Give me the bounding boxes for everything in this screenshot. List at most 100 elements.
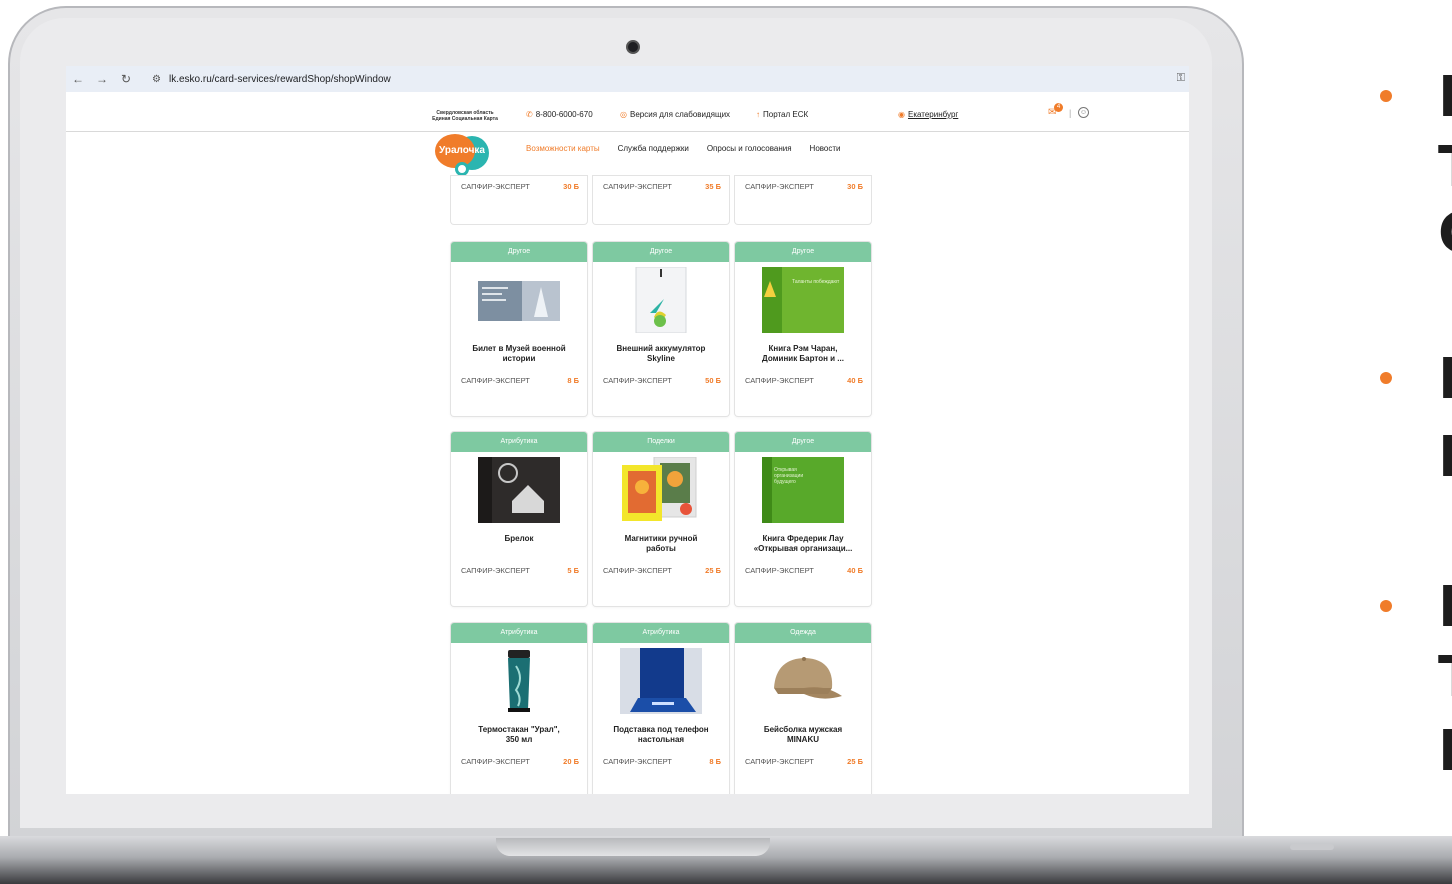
nav-news[interactable]: Новости bbox=[810, 144, 841, 153]
address-bar[interactable]: ⚙ lk.esko.ru/card-services/rewardShop/sh… bbox=[144, 69, 399, 89]
product-card-thermo-cup[interactable]: Атрибутика Термостакан "Урал", 350 мл СА… bbox=[451, 623, 587, 794]
notifications-button[interactable]: ✉ 4 bbox=[1048, 103, 1063, 118]
card-level: САПФИР-ЭКСПЕРТ bbox=[603, 182, 672, 191]
card-title-line: Skyline bbox=[646, 354, 675, 363]
card-price: 25 Б bbox=[847, 757, 863, 766]
card-title: Бейсболка мужская MINAKU bbox=[741, 725, 865, 745]
uralochka-logo[interactable]: Уралочка bbox=[433, 132, 493, 176]
card-price: 5 Б bbox=[567, 566, 579, 575]
site-settings-icon[interactable]: ⚙ bbox=[152, 74, 161, 85]
site-header: Свердловская область Единая Социальная К… bbox=[66, 92, 1189, 132]
card-level: САПФИР-ЭКСПЕРТ bbox=[603, 757, 672, 766]
arrow-right-icon[interactable]: → bbox=[90, 72, 114, 86]
book-cover-image: Открывая организации будущего bbox=[762, 457, 844, 523]
card-category: Атрибутика bbox=[593, 623, 729, 643]
slide-bullet bbox=[1380, 600, 1392, 612]
card-title-line: работы bbox=[646, 544, 676, 553]
card-title-line: Термостакан "Урал", bbox=[478, 725, 560, 734]
main-nav: Возможности карты Служба поддержки Опрос… bbox=[526, 144, 841, 153]
card-meta: САПФИР-ЭКСПЕРТ 30 Б bbox=[745, 182, 863, 191]
card-title-line: «Открывая организаци... bbox=[753, 544, 853, 553]
keychain-image bbox=[478, 457, 560, 523]
product-card-phone-stand[interactable]: Атрибутика Подставка под телефон настоль… bbox=[593, 623, 729, 794]
baseball-cap-image bbox=[774, 657, 842, 699]
card-price: 50 Б bbox=[705, 376, 721, 385]
slide-letter: Н bbox=[1438, 430, 1452, 486]
slide-letter: Т bbox=[1438, 650, 1452, 706]
card-title-line: Книга Фредерик Лау bbox=[762, 534, 844, 543]
slide-bullet bbox=[1380, 372, 1392, 384]
arrow-up-icon: ↑ bbox=[756, 110, 760, 119]
portal-link[interactable]: ↑ Портал ЕСК bbox=[756, 110, 808, 119]
reload-icon[interactable]: ↻ bbox=[114, 72, 138, 86]
card-meta: САПФИР-ЭКСПЕРТ 25 Б bbox=[745, 757, 863, 766]
card-meta: САПФИР-ЭКСПЕРТ 40 Б bbox=[745, 376, 863, 385]
phone-link[interactable]: ✆ 8-800-6000-670 bbox=[526, 110, 593, 119]
nav-support[interactable]: Служба поддержки bbox=[618, 144, 689, 153]
card-meta: САПФИР-ЭКСПЕРТ 25 Б bbox=[603, 566, 721, 575]
card-meta: САПФИР-ЭКСПЕРТ 50 Б bbox=[603, 376, 721, 385]
region-label: Свердловская область Единая Социальная К… bbox=[420, 110, 510, 122]
card-category: Другое bbox=[735, 242, 871, 262]
card-price: 40 Б bbox=[847, 566, 863, 575]
card-category: Другое bbox=[593, 242, 729, 262]
card-title-line: Подставка под телефон bbox=[613, 725, 709, 734]
slide-letter: С bbox=[1438, 206, 1452, 262]
card-title-line: Бейсболка мужская bbox=[763, 725, 843, 734]
card-title: Книга Рэм Чаран, Доминик Бартон и ... bbox=[741, 344, 865, 364]
city-selector[interactable]: ◉ Екатеринбург bbox=[898, 110, 958, 119]
key-icon[interactable]: ⚿ bbox=[1177, 72, 1185, 85]
card-title: Термостакан "Урал", 350 мл bbox=[457, 725, 581, 745]
card-title-line: MINAKU bbox=[787, 735, 819, 744]
user-profile-icon[interactable]: ☺ bbox=[1078, 107, 1089, 118]
thermo-cup-image bbox=[508, 650, 530, 712]
product-card[interactable]: САПФИР-ЭКСПЕРТ 30 Б bbox=[735, 176, 871, 224]
card-meta: САПФИР-ЭКСПЕРТ 8 Б bbox=[461, 376, 579, 385]
arrow-left-icon[interactable]: ← bbox=[66, 72, 90, 86]
card-title-line: Магнитики ручной bbox=[624, 534, 698, 543]
logo-text: Уралочка bbox=[439, 145, 485, 156]
card-title: Подставка под телефон настольная bbox=[599, 725, 723, 745]
card-title: Внешний аккумулятор Skyline bbox=[599, 344, 723, 364]
header-separator: | bbox=[1069, 108, 1072, 118]
card-title-line: Внешний аккумулятор bbox=[616, 344, 706, 353]
product-card-book-charan[interactable]: Другое Таланты побеждают Книга Рэм Чаран… bbox=[735, 242, 871, 416]
card-meta: САПФИР-ЭКСПЕРТ 35 Б bbox=[603, 182, 721, 191]
product-card-cap[interactable]: Одежда Бейсболка мужская MINAKU САПФИР-Э… bbox=[735, 623, 871, 794]
card-title: Книга Фредерик Лау «Открывая организаци.… bbox=[741, 534, 865, 554]
museum-ticket-image bbox=[478, 281, 560, 321]
card-level: САПФИР-ЭКСПЕРТ bbox=[603, 376, 672, 385]
screen: ← → ↻ ⚙ lk.esko.ru/card-services/rewardS… bbox=[66, 66, 1189, 794]
notifications-badge: 4 bbox=[1054, 103, 1063, 112]
product-card-keychain[interactable]: Атрибутика Брелок САПФИР-ЭКСПЕРТ 5 Б bbox=[451, 432, 587, 606]
product-card[interactable]: САПФИР-ЭКСПЕРТ 30 Б bbox=[451, 176, 587, 224]
card-category: Поделки bbox=[593, 432, 729, 452]
card-level: САПФИР-ЭКСПЕРТ bbox=[745, 376, 814, 385]
card-title-line: истории bbox=[502, 354, 536, 363]
product-card[interactable]: САПФИР-ЭКСПЕРТ 35 Б bbox=[593, 176, 729, 224]
card-title-line: Доминик Бартон и ... bbox=[762, 354, 844, 363]
book-cover-caption: Таланты побеждают bbox=[792, 279, 840, 285]
nav-card-features[interactable]: Возможности карты bbox=[526, 144, 600, 153]
product-card-book-lau[interactable]: Другое Открывая организации будущего Кни… bbox=[735, 432, 871, 606]
product-card-power-bank[interactable]: Другое Внешний аккумулятор Skyline САПФИ… bbox=[593, 242, 729, 416]
card-category: Атрибутика bbox=[451, 432, 587, 452]
card-meta: САПФИР-ЭКСПЕРТ 5 Б bbox=[461, 566, 579, 575]
card-level: САПФИР-ЭКСПЕРТ bbox=[745, 566, 814, 575]
city-text: Екатеринбург bbox=[907, 110, 959, 119]
card-price: 20 Б bbox=[563, 757, 579, 766]
card-price: 35 Б bbox=[705, 182, 721, 191]
card-price: 30 Б bbox=[847, 182, 863, 191]
webcam bbox=[626, 40, 640, 54]
card-title: Магнитики ручной работы bbox=[599, 534, 723, 554]
card-title-line: 350 мл bbox=[505, 735, 533, 744]
card-meta: САПФИР-ЭКСПЕРТ 40 Б bbox=[745, 566, 863, 575]
magnets-image bbox=[622, 457, 697, 521]
accessibility-link[interactable]: ◎ Версия для слабовидящих bbox=[620, 110, 730, 119]
nav-polls[interactable]: Опросы и голосования bbox=[707, 144, 792, 153]
location-pin-icon: ◉ bbox=[898, 110, 905, 119]
product-card-magnets[interactable]: Поделки Магнитики ручной работы САПФИР-Э… bbox=[593, 432, 729, 606]
portal-text: Портал ЕСК bbox=[763, 110, 809, 119]
eye-icon: ◎ bbox=[620, 110, 627, 119]
product-card-museum-ticket[interactable]: Другое Билет в Музей военной истории САП… bbox=[451, 242, 587, 416]
